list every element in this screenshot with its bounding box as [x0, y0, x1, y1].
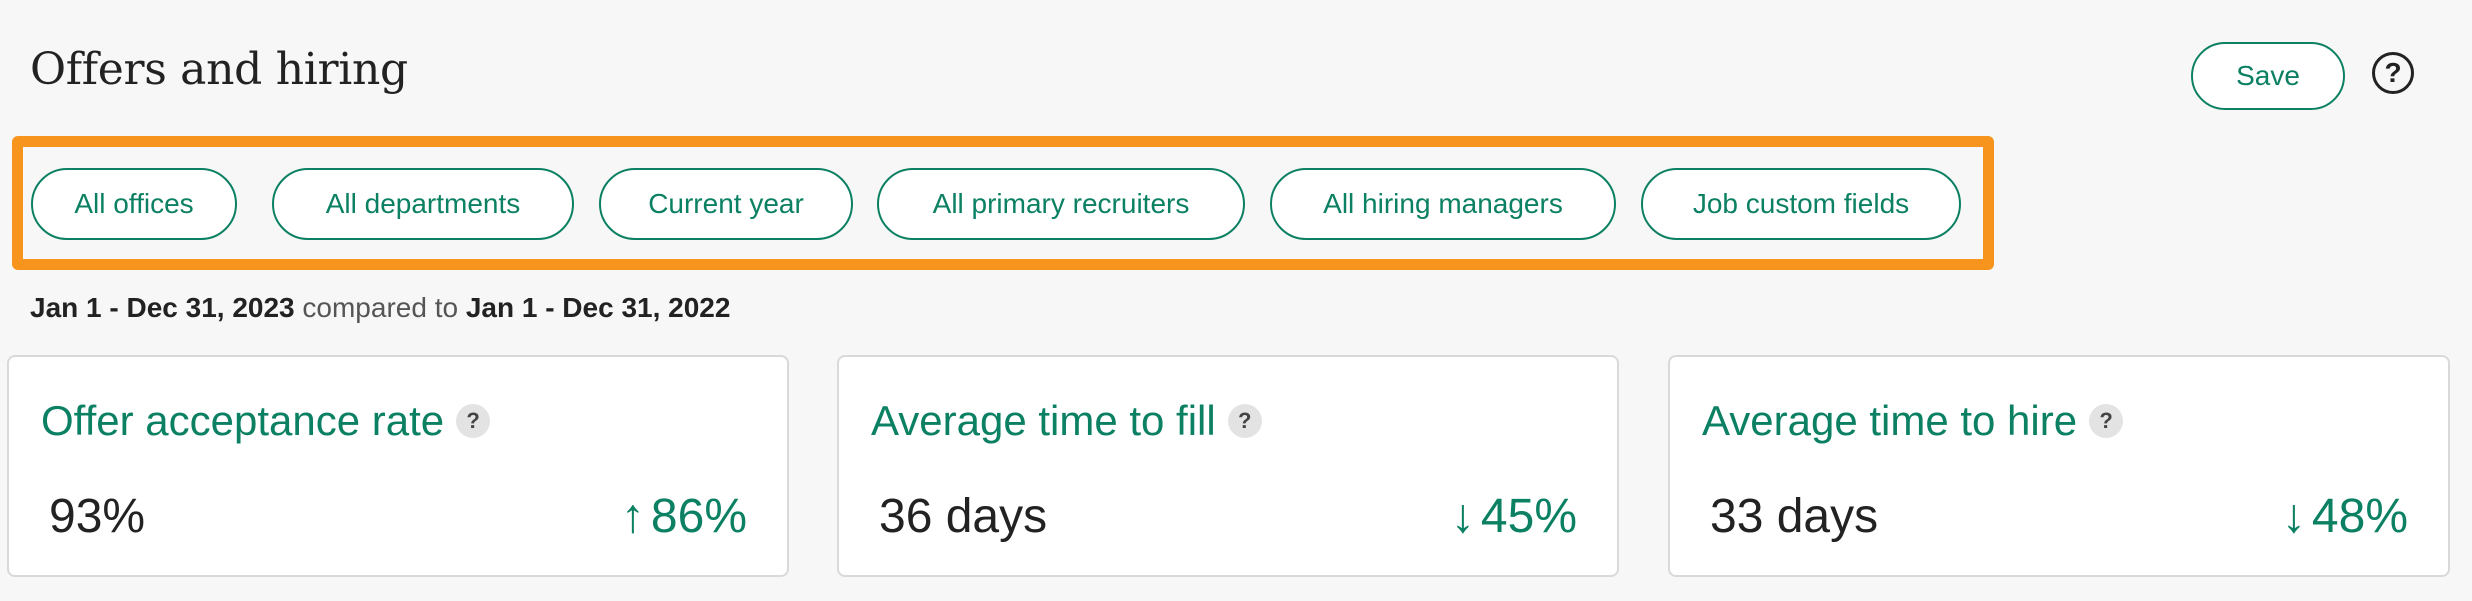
- arrow-up-icon: ↑: [620, 490, 645, 543]
- metric-change-value: 45%: [1480, 490, 1577, 543]
- question-icon[interactable]: ?: [1227, 404, 1262, 438]
- metric-card-time-to-hire: Average time to hire ? 33 days ↓ 48%: [1668, 355, 2450, 577]
- question-icon[interactable]: ?: [456, 404, 491, 438]
- save-button[interactable]: Save: [2191, 42, 2345, 110]
- filter-job-custom-fields[interactable]: Job custom fields: [1641, 168, 1961, 240]
- filter-all-departments[interactable]: All departments: [272, 168, 574, 240]
- metric-change-value: 48%: [2311, 490, 2408, 543]
- filter-current-year[interactable]: Current year: [599, 168, 853, 240]
- metric-change: ↓ 48%: [2282, 489, 2408, 544]
- page-title: Offers and hiring: [30, 44, 408, 95]
- arrow-down-icon: ↓: [1450, 490, 1475, 543]
- metric-change-value: 86%: [650, 490, 747, 543]
- metric-title: Average time to fill ?: [871, 397, 1262, 445]
- metric-value: 93%: [49, 490, 146, 543]
- metric-title-text: Average time to fill: [871, 397, 1216, 444]
- question-icon[interactable]: ?: [2089, 404, 2124, 438]
- filter-all-primary-recruiters[interactable]: All primary recruiters: [877, 168, 1245, 240]
- metric-title-text: Offer acceptance rate: [41, 397, 445, 444]
- current-date-range: Jan 1 - Dec 31, 2023: [30, 292, 295, 323]
- compared-to-label: compared to: [302, 292, 459, 323]
- arrow-down-icon: ↓: [2281, 490, 2306, 543]
- metric-value: 33 days: [1710, 490, 1879, 543]
- metric-card-time-to-fill: Average time to fill ? 36 days ↓ 45%: [837, 355, 1619, 577]
- metric-title: Average time to hire ?: [1702, 397, 2124, 445]
- filter-all-hiring-managers[interactable]: All hiring managers: [1270, 168, 1616, 240]
- metric-title-text: Average time to hire: [1702, 397, 2078, 444]
- metric-title: Offer acceptance rate ?: [41, 397, 491, 445]
- date-range: Jan 1 - Dec 31, 2023 compared to Jan 1 -…: [30, 292, 730, 324]
- metric-card-offer-acceptance: Offer acceptance rate ? 93% ↑ 86%: [7, 355, 789, 577]
- previous-date-range: Jan 1 - Dec 31, 2022: [465, 292, 731, 323]
- metric-change: ↑ 86%: [621, 489, 747, 544]
- metric-value: 36 days: [879, 490, 1048, 543]
- metric-change: ↓ 45%: [1451, 489, 1577, 544]
- help-icon[interactable]: ?: [2372, 52, 2414, 94]
- filter-all-offices[interactable]: All offices: [31, 168, 237, 240]
